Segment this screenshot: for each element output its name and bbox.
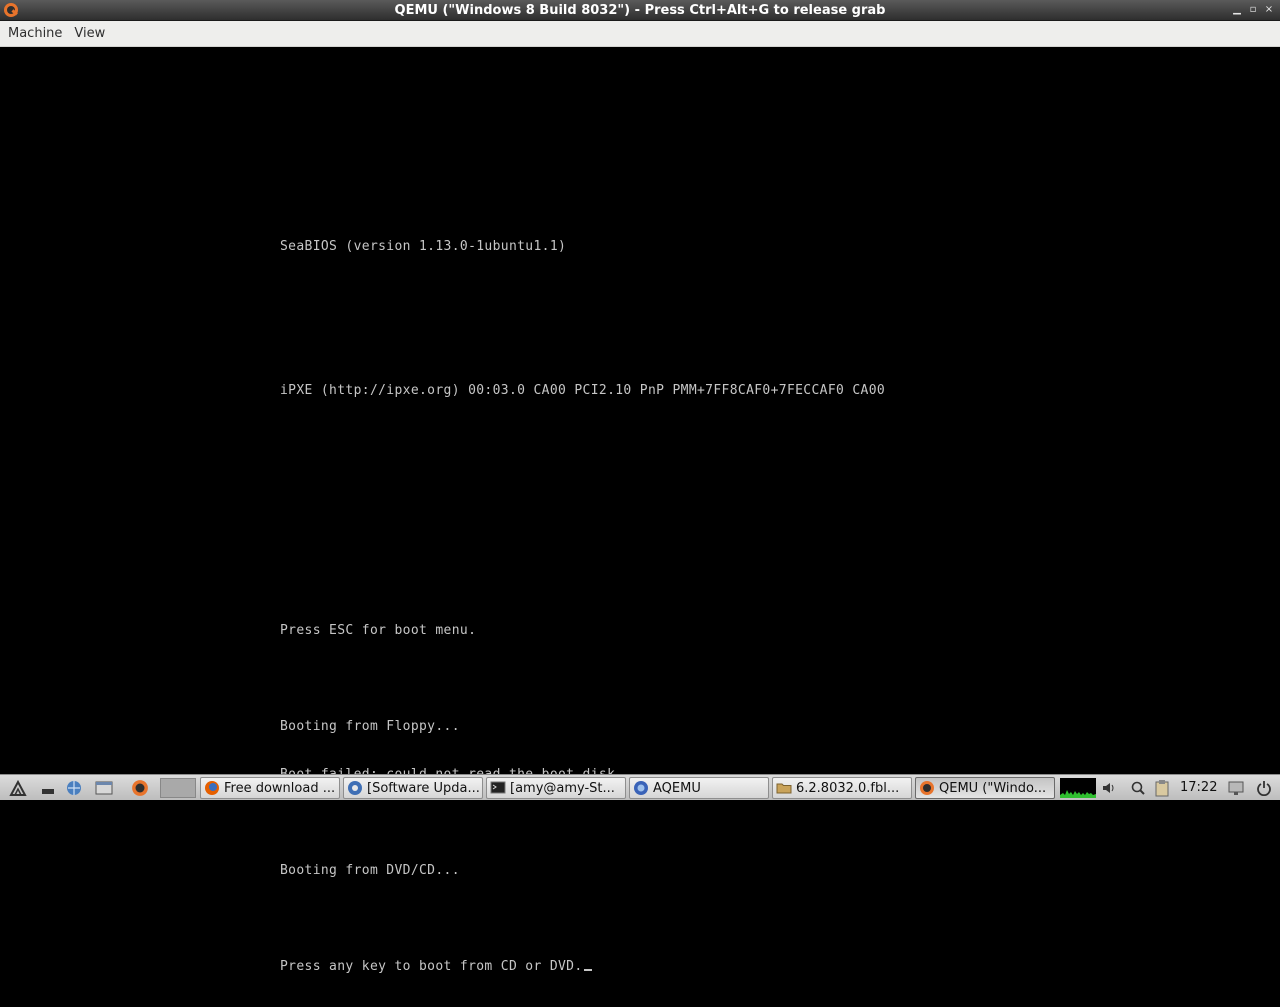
bios-line	[280, 527, 885, 543]
task-label: 6.2.8032.0.fbl...	[796, 780, 900, 796]
bios-line: Press ESC for boot menu.	[280, 623, 477, 638]
screen-lock-icon[interactable]	[1226, 778, 1246, 798]
task-aqemu[interactable]: AQEMU	[629, 777, 769, 799]
cpu-monitor[interactable]	[1060, 778, 1096, 798]
bios-line: SeaBIOS (version 1.13.0-1ubuntu1.1)	[280, 239, 567, 254]
task-label: QEMU ("Windo...	[939, 780, 1047, 796]
taskbar: Free download ... [Software Upda... [amy…	[0, 774, 1280, 800]
terminal-icon	[490, 780, 506, 796]
bios-line	[280, 479, 885, 495]
bios-line	[280, 431, 885, 447]
window-controls: ▁ ▫ ×	[1230, 3, 1276, 17]
bios-line	[280, 575, 885, 591]
bios-line	[280, 671, 885, 687]
task-terminal[interactable]: [amy@amy-St...	[486, 777, 626, 799]
vm-display[interactable]: SeaBIOS (version 1.13.0-1ubuntu1.1) iPXE…	[0, 47, 1280, 974]
task-label: AQEMU	[653, 780, 701, 796]
bios-line	[280, 287, 885, 303]
aqemu-icon	[633, 780, 649, 796]
task-folder[interactable]: 6.2.8032.0.fbl...	[772, 777, 912, 799]
clipboard-icon[interactable]	[1152, 778, 1172, 798]
bios-line	[280, 815, 885, 831]
bios-line: iPXE (http://ipxe.org) 00:03.0 CA00 PCI2…	[280, 383, 886, 398]
power-icon[interactable]	[1254, 778, 1274, 798]
bios-line: Booting from Floppy...	[280, 719, 460, 734]
task-label: [amy@amy-St...	[510, 780, 615, 796]
qemu-launcher-icon[interactable]	[130, 778, 150, 798]
task-qemu[interactable]: QEMU ("Windo...	[915, 777, 1055, 799]
close-icon[interactable]: ×	[1262, 3, 1276, 17]
task-label: Free download ...	[224, 780, 336, 796]
browser-icon[interactable]	[64, 778, 84, 798]
volume-icon[interactable]	[1100, 778, 1120, 798]
menu-view[interactable]: View	[68, 22, 111, 46]
task-label: [Software Upda...	[367, 780, 480, 796]
folder-icon	[776, 780, 792, 796]
qemu-icon	[919, 780, 935, 796]
boot-prompt-text: Press any key to boot from CD or DVD.	[280, 959, 583, 974]
desktop-switcher[interactable]	[160, 778, 196, 798]
bios-line	[280, 911, 885, 927]
show-desktop-icon[interactable]	[38, 778, 58, 798]
bios-line	[280, 335, 885, 351]
bios-line: Booting from DVD/CD...	[280, 863, 460, 878]
minimize-icon[interactable]: ▁	[1230, 3, 1244, 17]
maximize-icon[interactable]: ▫	[1246, 3, 1260, 17]
bios-line-prompt: Press any key to boot from CD or DVD.	[280, 959, 885, 975]
menu-machine[interactable]: Machine	[2, 22, 68, 46]
window-titlebar[interactable]: QEMU ("Windows 8 Build 8032") - Press Ct…	[0, 0, 1280, 21]
task-firefox[interactable]: Free download ...	[200, 777, 340, 799]
task-software-update[interactable]: [Software Upda...	[343, 777, 483, 799]
window-title: QEMU ("Windows 8 Build 8032") - Press Ct…	[394, 3, 886, 18]
menu-bar: Machine View	[0, 21, 1280, 47]
clock[interactable]: 17:22	[1180, 778, 1217, 798]
menu-icon[interactable]	[8, 778, 28, 798]
search-icon[interactable]	[1128, 778, 1148, 798]
file-manager-icon[interactable]	[94, 778, 114, 798]
software-update-icon	[347, 780, 363, 796]
bios-console-output: SeaBIOS (version 1.13.0-1ubuntu1.1) iPXE…	[280, 207, 885, 1007]
firefox-icon	[204, 780, 220, 796]
text-cursor	[583, 969, 592, 971]
